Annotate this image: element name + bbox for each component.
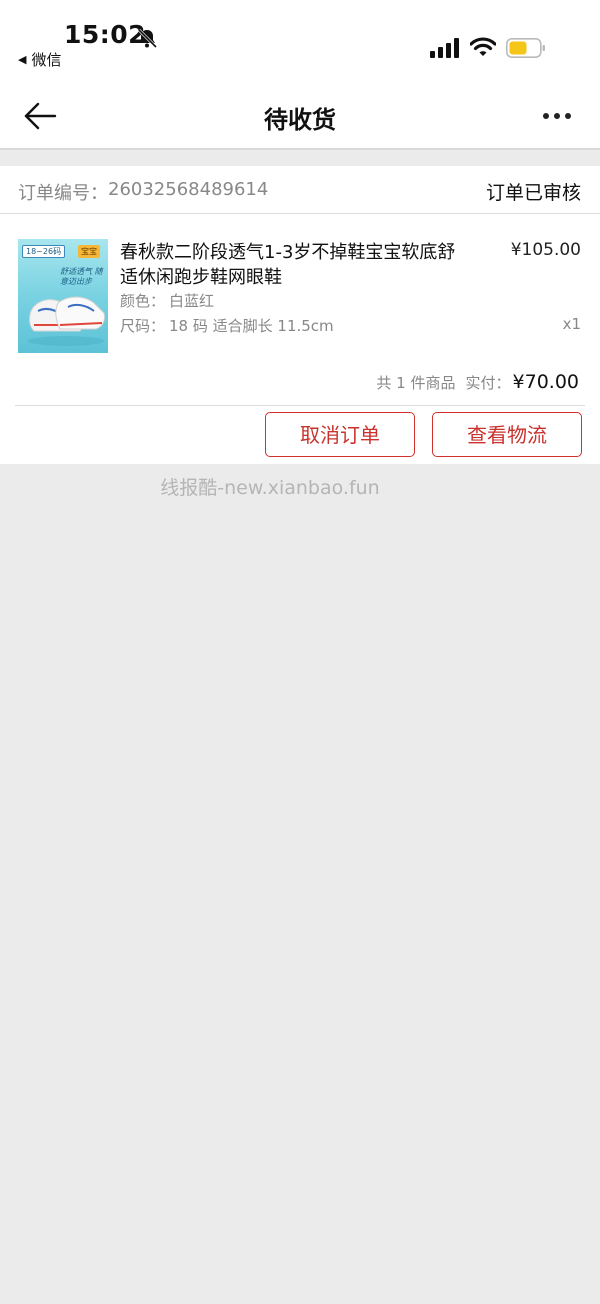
order-total: 共 1 件商品 实付： ¥70.00 [376,371,579,393]
order-number-value: 26032568489614 [108,179,269,200]
order-status: 订单已审核 [485,182,581,204]
battery-icon [506,38,545,58]
watermark: 线报酷-new.xianbao.fun [160,477,380,499]
product-quantity: x1 [562,315,581,333]
paid-amount: ¥70.00 [512,371,579,393]
size-value: 18 码 适合脚长 11.5cm [169,317,334,335]
image-size-tag: 18~26码 [22,245,66,258]
color-label: 颜色： [120,292,166,310]
wifi-icon [470,37,496,56]
page-title: 待收货 [264,106,336,134]
product-name[interactable]: 春秋款二阶段透气1-3岁不掉鞋宝宝软底舒适休闲跑步鞋网眼鞋 [120,240,460,290]
product-price: ¥105.00 [510,240,581,260]
card-divider [15,405,585,406]
total-item-count: 共 1 件商品 [376,374,456,392]
shoe-illustration [28,296,105,346]
product-size: 尺码： 18 码 适合脚长 11.5cm [120,315,334,336]
product-color: 颜色： 白蓝红 [120,290,214,311]
view-logistics-button[interactable]: 查看物流 [432,412,582,457]
paid-label: 实付： [465,374,511,392]
back-to-wechat-link[interactable]: ◀ 微信 [18,49,61,70]
back-triangle-icon: ◀ [18,53,27,66]
back-app-label: 微信 [31,51,62,69]
bell-muted-icon [137,28,158,49]
order-header: 订单编号： 26032568489614 订单已审核 [0,166,600,214]
status-time: 15:02 [64,20,147,49]
status-bar: 15:02 ◀ 微信 [0,0,600,82]
color-value: 白蓝红 [169,292,215,310]
nav-bar: 待收货 [0,82,600,150]
size-label: 尺码： [120,317,166,335]
signal-icon [430,38,459,58]
cancel-order-button[interactable]: 取消订单 [265,412,415,457]
order-number-label: 订单编号： [18,183,108,204]
image-baby-tag: 宝宝 [78,245,100,258]
product-image[interactable]: 18~26码 宝宝 舒适透气 随意迈出步 [18,239,108,353]
more-dots-icon[interactable] [542,106,572,126]
order-number: 订单编号： 26032568489614 [18,179,268,205]
